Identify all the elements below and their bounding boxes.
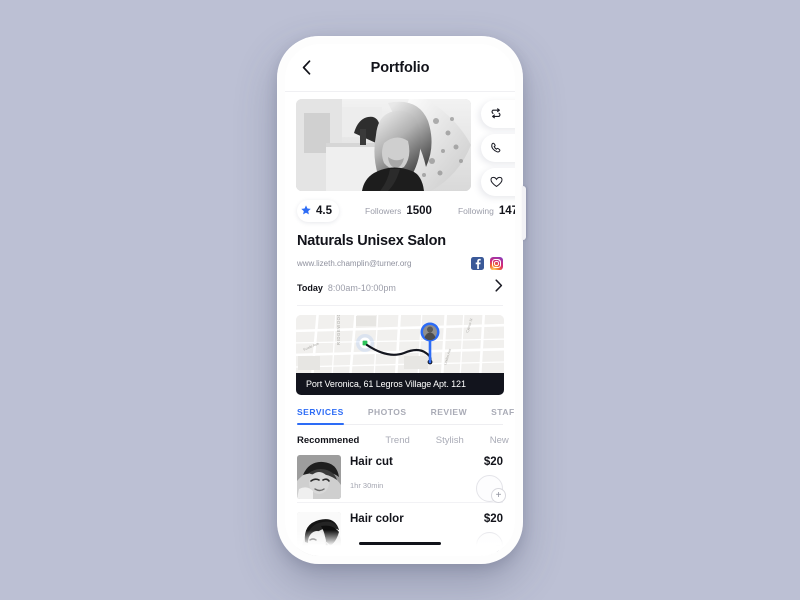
service-action: $20 + xyxy=(476,512,506,556)
tab-review[interactable]: REVIEW xyxy=(431,407,468,424)
service-name: Hair cut xyxy=(350,456,393,468)
followers-label: Followers xyxy=(365,206,402,216)
instagram-icon[interactable] xyxy=(490,257,503,270)
filter-recommened[interactable]: Recommened xyxy=(297,435,359,446)
map-street-label: RIDGEWOOD xyxy=(336,315,341,345)
tab-staff[interactable]: STAFF xyxy=(491,407,515,424)
chevron-right-icon xyxy=(495,279,503,297)
service-row[interactable]: Hair cut 1hr 30min $20 + xyxy=(297,446,506,503)
facebook-icon[interactable] xyxy=(471,257,484,270)
map-preview[interactable]: RIDGEWOOD Fowle Ave Cyprus St Linden Ave xyxy=(296,315,504,373)
plus-icon: + xyxy=(491,488,506,503)
favorite-button[interactable] xyxy=(481,168,515,196)
filter-row: Recommened Trend Stylish New xyxy=(285,425,515,446)
service-info: Hair cut 1hr 30min xyxy=(341,455,476,490)
add-service-button[interactable]: + xyxy=(476,475,506,503)
service-thumbnail xyxy=(297,455,341,499)
hours-range: 8:00am-10:00pm xyxy=(327,283,396,293)
followers-count: 1500 xyxy=(406,205,432,217)
call-button[interactable] xyxy=(481,134,515,162)
salon-name: Naturals Unisex Salon xyxy=(297,233,446,249)
filter-stylish[interactable]: Stylish xyxy=(436,435,464,446)
service-name: Hair color xyxy=(350,513,404,525)
phone-device: Portfolio 4.5 Followers 1500 Following 1… xyxy=(277,36,526,564)
service-duration: 1hr 30min xyxy=(350,481,384,490)
website-row: www.lizeth.champlin@turner.org xyxy=(285,249,515,270)
rating-value: 4.5 xyxy=(316,205,332,217)
phone-screen: Portfolio 4.5 Followers 1500 Following 1… xyxy=(285,44,515,556)
heart-icon xyxy=(489,176,503,188)
page-title: Portfolio xyxy=(370,59,430,76)
back-button[interactable] xyxy=(299,60,313,75)
tab-services[interactable]: SERVICES xyxy=(297,407,344,425)
service-price: $20 xyxy=(483,513,503,525)
section-tabs: SERVICES PHOTOS REVIEW STAFF xyxy=(297,407,515,425)
address-bar: Port Veronica, 61 Legros Village Apt. 12… xyxy=(296,373,504,395)
add-service-button[interactable]: + xyxy=(476,532,506,556)
website-url[interactable]: www.lizeth.champlin@turner.org xyxy=(297,259,411,268)
scroll-content: 4.5 Followers 1500 Following 147 Natural… xyxy=(285,92,515,556)
phone-icon xyxy=(490,142,502,154)
haircolor-thumb xyxy=(297,512,341,556)
service-row[interactable]: Hair color $20 + xyxy=(297,503,506,556)
tab-photos[interactable]: PHOTOS xyxy=(368,407,407,424)
following-label: Following xyxy=(457,206,494,216)
social-links xyxy=(471,257,503,270)
map-graphic: RIDGEWOOD Fowle Ave Cyprus St Linden Ave xyxy=(296,315,504,373)
plus-icon: + xyxy=(491,545,506,556)
device-side-button[interactable] xyxy=(522,186,526,240)
following-stat: Following 147 xyxy=(458,205,515,217)
services-list: Hair cut 1hr 30min $20 + Hair color $20 … xyxy=(285,446,515,556)
floating-actions xyxy=(481,100,515,196)
star-icon xyxy=(301,202,311,220)
hours-text: Today 8:00am-10:00pm xyxy=(297,283,396,293)
home-indicator[interactable] xyxy=(359,542,441,545)
service-thumbnail xyxy=(297,512,341,556)
haircut-thumb xyxy=(297,455,341,499)
followers-stat: Followers 1500 xyxy=(365,205,432,217)
salon-photo xyxy=(296,99,471,191)
hours-day: Today xyxy=(297,283,323,293)
rating-badge: 4.5 xyxy=(297,200,339,222)
hero-section xyxy=(285,92,515,196)
hero-image[interactable] xyxy=(296,99,471,191)
filter-trend[interactable]: Trend xyxy=(385,435,409,446)
nav-bar: Portfolio xyxy=(285,44,515,92)
chevron-left-icon xyxy=(302,60,311,75)
service-price: $20 xyxy=(483,456,503,468)
service-action: $20 + xyxy=(476,455,506,503)
transfer-button[interactable] xyxy=(481,100,515,128)
filter-new[interactable]: New xyxy=(490,435,509,446)
transfer-icon xyxy=(490,108,502,120)
following-count: 147 xyxy=(498,205,515,217)
service-info: Hair color xyxy=(341,512,476,538)
hours-row[interactable]: Today 8:00am-10:00pm xyxy=(297,279,503,306)
